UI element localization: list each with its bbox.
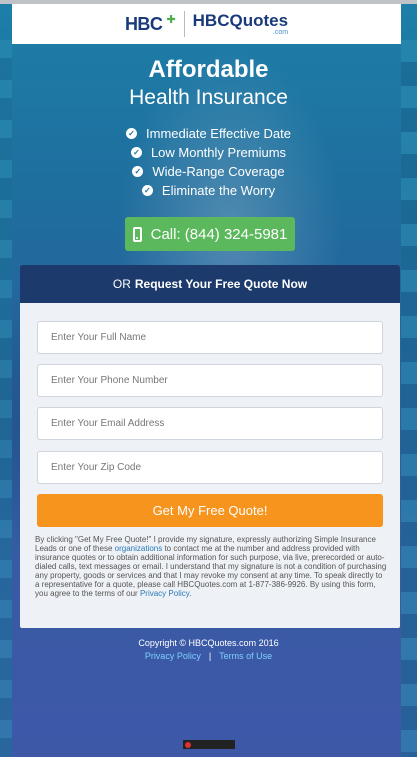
feature-list: ✓ Immediate Effective Date ✓ Low Monthly… [0, 124, 417, 200]
badge-logo-icon [185, 741, 191, 748]
quote-form: OR Request Your Free Quote Now Get My Fr… [20, 265, 400, 628]
email-address-input[interactable] [37, 407, 383, 440]
feature-item: ✓ Wide-Range Coverage [132, 162, 285, 181]
check-circle-icon: ✓ [132, 166, 144, 177]
feature-item: ✓ Low Monthly Premiums [130, 143, 287, 162]
form-header-prefix: OR [112, 277, 131, 291]
feature-label: Low Monthly Premiums [150, 145, 287, 160]
phone-number-input[interactable] [37, 364, 383, 397]
mobile-phone-icon [132, 226, 142, 242]
feature-label: Immediate Effective Date [146, 126, 291, 141]
form-header-title: Request Your Free Quote Now [134, 277, 308, 291]
privacy-policy-link[interactable]: Privacy Policy [145, 651, 201, 661]
check-circle-icon: ✓ [130, 147, 142, 158]
disclaimer-text: to contact me at the number and address … [35, 544, 387, 598]
hero-title: Affordable [148, 56, 269, 83]
form-header: OR Request Your Free Quote Now [20, 265, 400, 303]
get-free-quote-button[interactable]: Get My Free Quote! [37, 494, 383, 527]
landing-page: HBC ✚ HBCQuotes .com Affordable Health I… [0, 0, 417, 757]
feature-label: Wide-Range Coverage [152, 164, 285, 179]
logo-com-text: .com [272, 28, 289, 36]
logo-divider [183, 11, 185, 37]
feature-item: ✓ Immediate Effective Date [126, 124, 291, 143]
footer-links: Privacy Policy | Terms of Use [0, 651, 417, 661]
logo-hbc-text: HBC [124, 13, 163, 34]
security-badge[interactable] [183, 740, 235, 749]
call-button[interactable]: Call: (844) 324-5981 [125, 217, 295, 251]
zip-code-input[interactable] [37, 451, 383, 484]
call-button-label: Call: (844) 324-5981 [150, 225, 288, 243]
check-circle-icon: ✓ [141, 185, 153, 196]
hbc-logo[interactable]: HBC ✚ HBCQuotes .com [125, 11, 288, 37]
site-header: HBC ✚ HBCQuotes .com [12, 4, 401, 44]
logo-quotes-block: HBCQuotes .com [193, 12, 288, 37]
full-name-input[interactable] [37, 321, 383, 354]
hero-subtitle: Health Insurance [129, 86, 288, 109]
feature-item: ✓ Eliminate the Worry [141, 181, 276, 200]
organizations-link[interactable]: organizations [115, 544, 163, 553]
check-circle-icon: ✓ [126, 128, 137, 139]
logo-quotes-text: HBCQuotes [192, 10, 289, 30]
feature-label: Eliminate the Worry [161, 183, 276, 198]
terms-of-use-link[interactable]: Terms of Use [219, 651, 272, 661]
disclaimer-text: . [189, 589, 192, 598]
leaf-icon: ✚ [166, 13, 176, 26]
copyright-text: Copyright © HBCQuotes.com 2016 [138, 638, 279, 648]
consent-disclaimer: By clicking "Get My Free Quote!" I provi… [35, 535, 387, 598]
footer-separator: | [208, 651, 212, 661]
privacy-policy-inline-link[interactable]: Privacy Policy [140, 589, 189, 598]
